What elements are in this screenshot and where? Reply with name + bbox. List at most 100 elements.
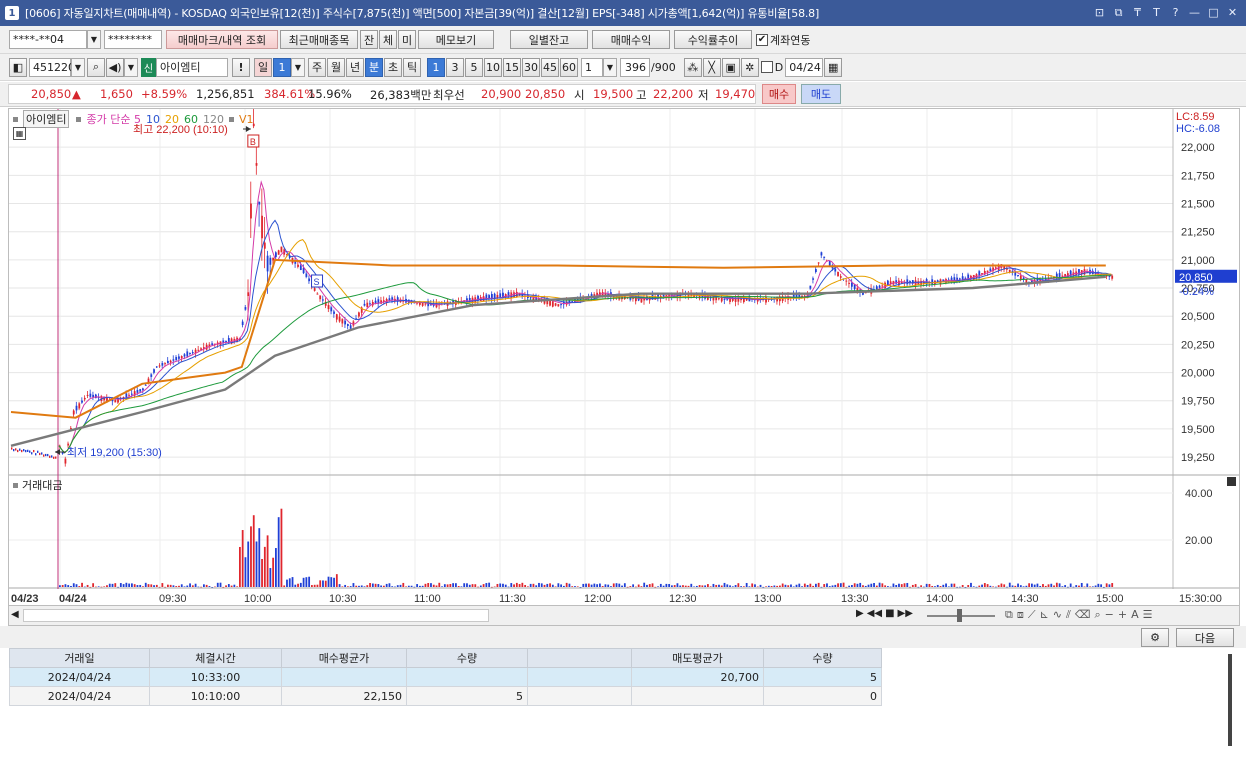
col-exec-time[interactable]: 체결시간	[149, 648, 282, 668]
font-icon[interactable]: T	[1149, 4, 1164, 21]
table-scrollbar[interactable]	[1228, 654, 1232, 746]
period-second-button[interactable]: 초	[384, 57, 402, 77]
close-icon[interactable]: ✕	[1225, 4, 1240, 21]
legend-ma5[interactable]: 종가 단순 5	[86, 111, 140, 127]
memo-button[interactable]: 메모보기	[418, 30, 494, 49]
menu-icon[interactable]: ☰	[1143, 608, 1153, 622]
interval-15-button[interactable]: 15	[503, 57, 521, 77]
text-icon[interactable]: A	[1131, 608, 1139, 622]
minus-icon[interactable]: −	[1105, 608, 1114, 622]
recent-trades-button[interactable]: 최근매매종목	[280, 30, 358, 49]
return-trend-button[interactable]: 수익률추이	[674, 30, 752, 49]
rewind-icon[interactable]: ◀◀	[867, 608, 882, 619]
maximize-icon[interactable]: □	[1206, 4, 1221, 21]
checkbox-checked-icon[interactable]: ✔	[756, 33, 768, 46]
period-tick-button[interactable]: 틱	[403, 57, 421, 77]
filter-executed-button[interactable]: 체	[379, 30, 397, 49]
legend-ma120[interactable]: 120	[203, 113, 224, 126]
speaker-dropdown-icon[interactable]: ▼	[124, 57, 138, 77]
calendar-icon[interactable]: ▦	[824, 57, 843, 77]
sell-button[interactable]: 매도	[801, 84, 841, 104]
stock-name-field[interactable]: 아이엠티	[156, 57, 228, 77]
fast-forward-icon[interactable]: ▶▶	[898, 608, 913, 619]
grid-toggle-icon[interactable]: ▦	[13, 127, 26, 140]
col-buy-qty[interactable]: 수량	[406, 648, 528, 668]
split-icon[interactable]: ⧈	[1017, 608, 1024, 622]
interval-60-button[interactable]: 60	[560, 57, 578, 77]
trendline-icon[interactable]: ⟋	[1028, 608, 1036, 622]
period-year-button[interactable]: 년	[346, 57, 364, 77]
minimize-icon[interactable]: —	[1187, 4, 1202, 21]
daily-balance-button[interactable]: 일별잔고	[510, 30, 588, 49]
legend-ma10[interactable]: 10	[146, 113, 160, 126]
search-icon[interactable]: ⌕	[87, 57, 105, 77]
interval-30-button[interactable]: 30	[522, 57, 540, 77]
trade-mark-button[interactable]: 매매마크/내역 조회	[166, 30, 278, 49]
speaker-icon[interactable]: ◀)	[106, 57, 124, 77]
interval-10-button[interactable]: 10	[484, 57, 502, 77]
legend-ma20[interactable]: 20	[165, 113, 179, 126]
buy-button[interactable]: 매수	[762, 84, 796, 104]
cascade-icon[interactable]: ⧉	[1111, 4, 1126, 21]
gear-icon[interactable]: ✲	[740, 57, 759, 77]
save-icon[interactable]: ▣	[721, 57, 740, 77]
period-day-button[interactable]: 일	[254, 57, 272, 77]
date-checkbox[interactable]	[760, 61, 773, 73]
help-icon[interactable]: ?	[1168, 4, 1183, 21]
code-dropdown-icon[interactable]: ▼	[71, 57, 85, 77]
period-week-button[interactable]: 주	[308, 57, 326, 77]
next-button[interactable]: 다음	[1176, 628, 1234, 647]
legend-vwap[interactable]: V1	[239, 113, 254, 126]
settings-gear-icon[interactable]: ⚙	[1141, 628, 1169, 647]
scroll-right-icon[interactable]: ▶	[856, 608, 864, 619]
plus-icon[interactable]: +	[1118, 608, 1127, 622]
scroll-left-icon[interactable]: ◀	[11, 609, 19, 620]
chart-panel[interactable]: 22,000 21,750 21,500 21,250 21,000 20,750 20,5…	[8, 108, 1240, 606]
col-buy-avg[interactable]: 매수평균가	[281, 648, 407, 668]
wave-icon[interactable]: ∿	[1053, 608, 1062, 622]
period-count-dropdown-icon[interactable]: ▼	[291, 57, 305, 77]
layout-icon[interactable]: ◧	[9, 57, 27, 77]
zoom-slider-handle[interactable]	[957, 609, 962, 622]
zoom-icon[interactable]: ⌕	[1094, 608, 1100, 622]
table-row[interactable]: 2024/04/24 10:33:00 20,700 5	[9, 667, 882, 687]
date-field[interactable]: 04/24	[785, 57, 824, 77]
indicator-icon[interactable]: ⁂	[683, 57, 702, 77]
period-count-field[interactable]: 1	[273, 57, 291, 77]
stock-code-input[interactable]: 451220	[29, 57, 75, 77]
interval-3-button[interactable]: 3	[446, 57, 464, 77]
account-dropdown-icon[interactable]: ▼	[87, 30, 101, 49]
col-sell-avg[interactable]: 매도평균가	[631, 648, 764, 668]
count-dropdown-icon[interactable]: ▼	[603, 57, 617, 77]
pin-icon[interactable]: ₸	[1130, 4, 1145, 21]
link-icon[interactable]: ⊡	[1092, 4, 1107, 21]
count-field[interactable]: 1	[581, 57, 603, 77]
col-trade-date[interactable]: 거래일	[9, 648, 150, 668]
ray-icon[interactable]: ⫽	[1066, 608, 1071, 622]
col-sell-qty[interactable]: 수량	[763, 648, 882, 668]
filter-pending-button[interactable]: 미	[398, 30, 416, 49]
password-field[interactable]: ********	[104, 30, 162, 49]
account-field[interactable]: ****-**04	[9, 30, 87, 49]
price-chart[interactable]: 22,00021,75021,50021,25021,00020,75020,5…	[9, 109, 1239, 605]
display-count-field[interactable]: 396	[620, 57, 650, 77]
filter-balance-button[interactable]: 잔	[360, 30, 378, 49]
copy-icon[interactable]: ⧉	[1005, 608, 1013, 622]
table-row[interactable]: 2024/04/24 10:10:00 22,150 5 0	[9, 686, 882, 706]
erase-icon[interactable]: ⌫	[1075, 608, 1091, 622]
volume-title[interactable]: 거래대금	[22, 477, 62, 493]
period-minute-button[interactable]: 분	[365, 57, 383, 77]
stock-tab[interactable]: 아이엠티	[23, 110, 70, 128]
legend-ma60[interactable]: 60	[184, 113, 198, 126]
scroll-thumb[interactable]	[23, 609, 489, 622]
account-link-toggle[interactable]: ✔ 계좌연동	[756, 32, 810, 48]
interval-45-button[interactable]: 45	[541, 57, 559, 77]
alert-button[interactable]: !	[232, 57, 250, 77]
stop-icon[interactable]: ■	[885, 608, 894, 619]
panel-close-icon[interactable]	[1227, 477, 1236, 486]
interval-5-button[interactable]: 5	[465, 57, 483, 77]
period-month-button[interactable]: 월	[327, 57, 345, 77]
interval-1-button[interactable]: 1	[427, 57, 445, 77]
trade-profit-button[interactable]: 매매수익	[592, 30, 670, 49]
measure-icon[interactable]: ⊾	[1040, 608, 1049, 622]
